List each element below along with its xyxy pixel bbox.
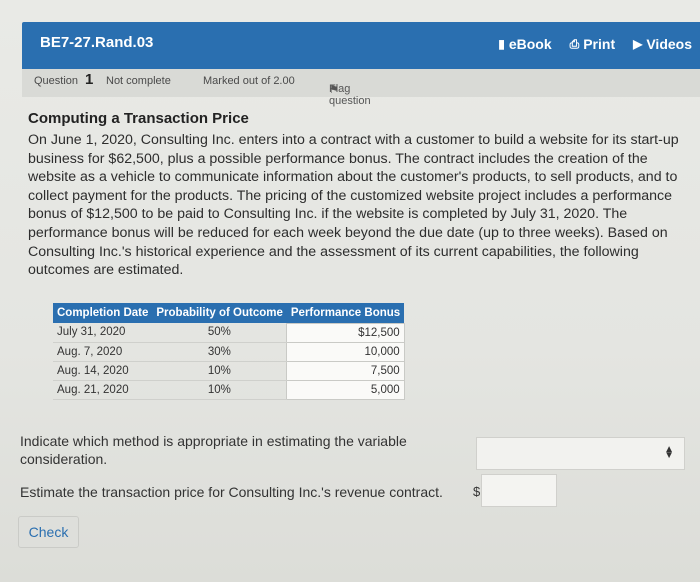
- cell-date: Aug. 21, 2020: [53, 380, 153, 400]
- table-header-row: Completion Date Probability of Outcome P…: [53, 303, 405, 323]
- cell-probability: 10%: [152, 361, 287, 381]
- book-icon: ▮: [498, 37, 505, 51]
- table-row: Aug. 21, 2020 10% 5,000: [53, 379, 405, 400]
- videos-label: Videos: [646, 36, 692, 52]
- select-arrows-icon: ▲ ▼: [664, 444, 674, 461]
- cell-bonus: 5,000: [286, 379, 405, 400]
- problem-heading: Computing a Transaction Price: [28, 110, 249, 127]
- method-select[interactable]: ▲ ▼: [476, 437, 685, 470]
- check-button[interactable]: Check: [18, 516, 79, 548]
- header-tools: ▮ eBook ⎙ Print ▶ Videos: [498, 36, 692, 52]
- cell-date: Aug. 7, 2020: [53, 342, 153, 362]
- table-row: July 31, 2020 50% $12,500: [53, 322, 405, 343]
- question-title: BE7-27.Rand.03: [40, 34, 154, 51]
- problem-text: On June 1, 2020, Consulting Inc. enters …: [28, 132, 679, 279]
- question-label: Question: [34, 75, 79, 87]
- currency-symbol: $: [473, 484, 481, 499]
- col-completion-date: Completion Date: [53, 303, 153, 323]
- problem-content: Computing a Transaction Price On June 1,…: [28, 110, 693, 280]
- print-icon: ⎙: [569, 36, 580, 51]
- price-question: Estimate the transaction price for Consu…: [20, 484, 443, 500]
- table-row: Aug. 14, 2020 10% 7,500: [53, 360, 405, 381]
- print-link[interactable]: ⎙ Print: [570, 36, 616, 52]
- outcomes-table: Completion Date Probability of Outcome P…: [53, 303, 405, 400]
- table-row: Aug. 7, 2020 30% 10,000: [53, 341, 405, 362]
- col-bonus: Performance Bonus: [286, 303, 405, 323]
- cell-date: July 31, 2020: [53, 323, 153, 343]
- cell-date: Aug. 14, 2020: [53, 361, 153, 381]
- completion-status: Not complete: [106, 75, 171, 87]
- print-label: Print: [583, 36, 616, 52]
- cell-probability: 10%: [152, 380, 287, 400]
- flag-label: Flag question: [329, 83, 371, 107]
- question-number: 1: [85, 71, 94, 88]
- play-icon: ▶: [633, 37, 643, 51]
- cell-probability: 30%: [152, 342, 287, 362]
- cell-bonus: 7,500: [286, 360, 405, 381]
- quiz-page: BE7-27.Rand.03 ▮ eBook ⎙ Print ▶ Videos …: [0, 0, 700, 582]
- method-question: Indicate which method is appropriate in …: [20, 433, 407, 467]
- question-header-bar: BE7-27.Rand.03 ▮ eBook ⎙ Print ▶ Videos: [22, 22, 700, 69]
- question-status-bar: Question 1 Not complete Marked out of 2.…: [22, 69, 700, 107]
- ebook-label: eBook: [508, 36, 552, 52]
- ebook-link[interactable]: ▮ eBook: [498, 36, 551, 52]
- col-probability: Probability of Outcome: [152, 303, 287, 323]
- cell-probability: 50%: [152, 323, 287, 343]
- videos-link[interactable]: ▶ Videos: [633, 36, 692, 52]
- cell-bonus: $12,500: [286, 322, 405, 343]
- transaction-price-input[interactable]: [481, 474, 557, 507]
- cell-bonus: 10,000: [286, 341, 405, 362]
- marks-text: Marked out of 2.00: [203, 75, 295, 87]
